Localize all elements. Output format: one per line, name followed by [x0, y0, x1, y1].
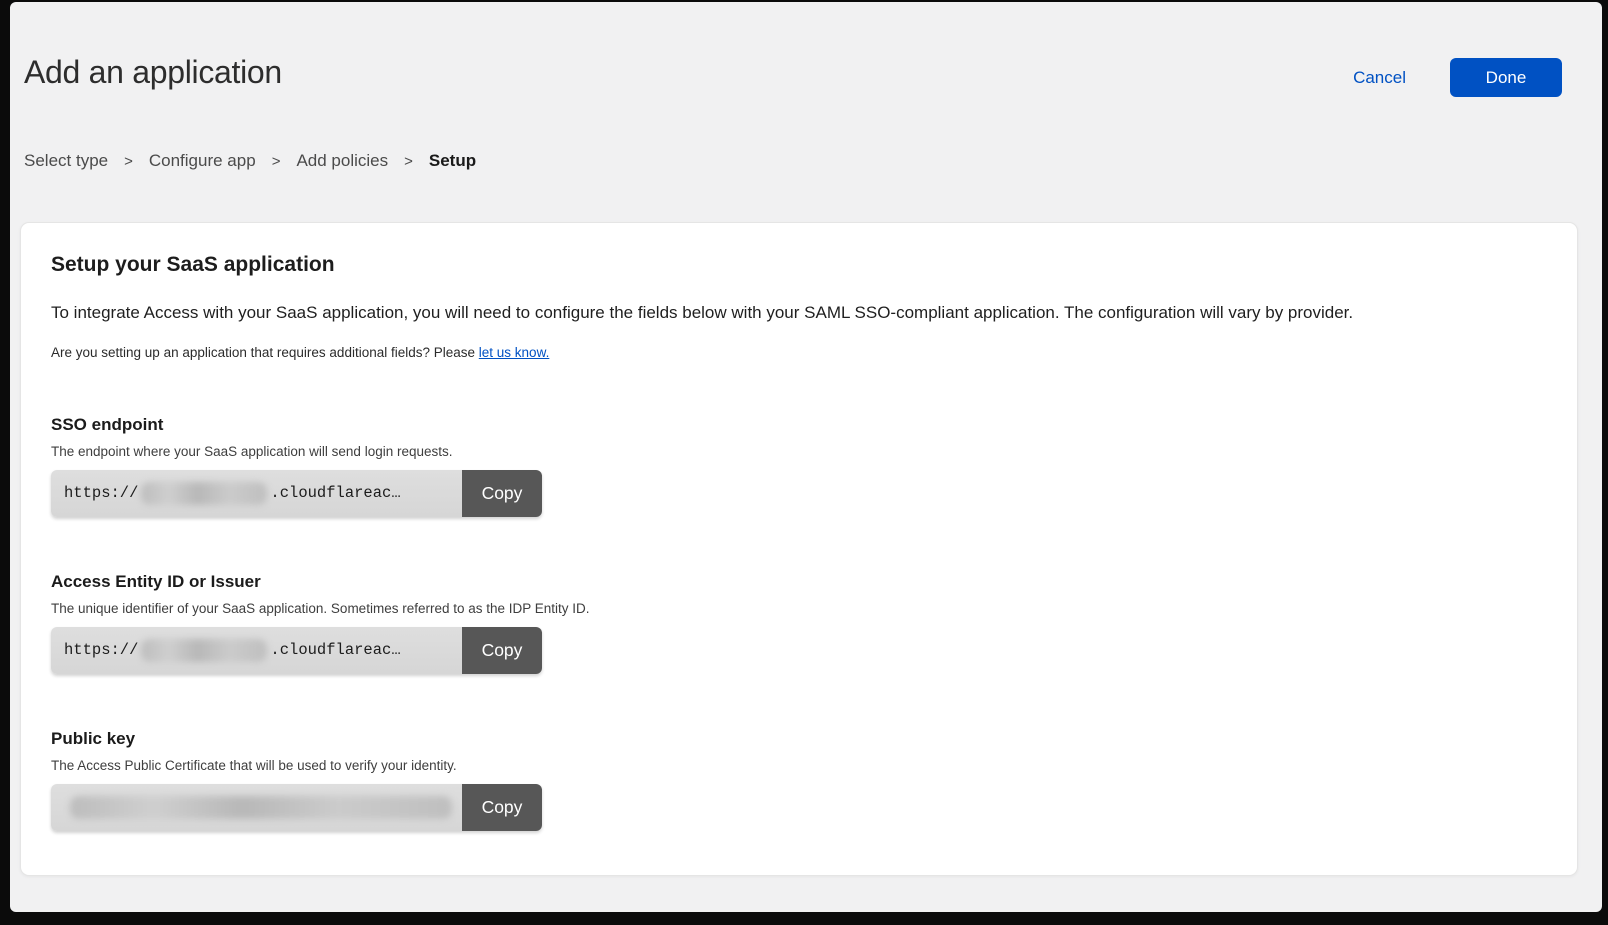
- cancel-button[interactable]: Cancel: [1353, 68, 1406, 88]
- breadcrumb-item-setup: Setup: [429, 151, 476, 171]
- entity-id-description: The unique identifier of your SaaS appli…: [51, 601, 1547, 616]
- redacted-value-blur: [141, 639, 267, 662]
- sso-endpoint-row: https:// .cloudflareac… Copy: [51, 470, 542, 517]
- breadcrumb: Select type > Configure app > Add polici…: [24, 151, 1602, 171]
- entity-id-value-prefix: https://: [64, 641, 138, 659]
- public-key-value: [51, 784, 462, 831]
- sso-endpoint-section: SSO endpoint The endpoint where your Saa…: [51, 415, 1547, 517]
- entity-id-copy-button[interactable]: Copy: [462, 627, 542, 674]
- page-title: Add an application: [24, 54, 282, 91]
- public-key-section: Public key The Access Public Certificate…: [51, 729, 1547, 831]
- header-actions: Cancel Done: [1353, 58, 1562, 97]
- public-key-label: Public key: [51, 729, 1547, 749]
- sso-endpoint-value: https:// .cloudflareac…: [51, 470, 462, 517]
- entity-id-row: https:// .cloudflareac… Copy: [51, 627, 542, 674]
- breadcrumb-separator: >: [272, 153, 281, 170]
- breadcrumb-separator: >: [124, 153, 133, 170]
- page-header: Add an application Cancel Done: [10, 2, 1602, 97]
- breadcrumb-separator: >: [404, 153, 413, 170]
- breadcrumb-item-configure-app[interactable]: Configure app: [149, 151, 256, 171]
- done-button[interactable]: Done: [1450, 58, 1562, 97]
- public-key-row: Copy: [51, 784, 542, 831]
- entity-id-value-suffix: .cloudflareac…: [270, 641, 400, 659]
- sso-endpoint-description: The endpoint where your SaaS application…: [51, 444, 1547, 459]
- entity-id-label: Access Entity ID or Issuer: [51, 572, 1547, 592]
- let-us-know-link[interactable]: let us know.: [479, 345, 550, 360]
- card-note: Are you setting up an application that r…: [51, 345, 1547, 360]
- entity-id-section: Access Entity ID or Issuer The unique id…: [51, 572, 1547, 674]
- setup-card: Setup your SaaS application To integrate…: [20, 222, 1578, 876]
- public-key-copy-button[interactable]: Copy: [462, 784, 542, 831]
- card-intro: To integrate Access with your SaaS appli…: [51, 302, 1547, 325]
- sso-endpoint-copy-button[interactable]: Copy: [462, 470, 542, 517]
- redacted-value-blur: [70, 796, 452, 819]
- card-note-text: Are you setting up an application that r…: [51, 345, 479, 360]
- breadcrumb-item-add-policies[interactable]: Add policies: [296, 151, 388, 171]
- sso-endpoint-value-suffix: .cloudflareac…: [270, 484, 400, 502]
- entity-id-value: https:// .cloudflareac…: [51, 627, 462, 674]
- redacted-value-blur: [141, 482, 267, 505]
- sso-endpoint-value-prefix: https://: [64, 484, 138, 502]
- card-heading: Setup your SaaS application: [51, 253, 1547, 277]
- app-window: Add an application Cancel Done Select ty…: [10, 2, 1602, 912]
- public-key-description: The Access Public Certificate that will …: [51, 758, 1547, 773]
- sso-endpoint-label: SSO endpoint: [51, 415, 1547, 435]
- breadcrumb-item-select-type[interactable]: Select type: [24, 151, 108, 171]
